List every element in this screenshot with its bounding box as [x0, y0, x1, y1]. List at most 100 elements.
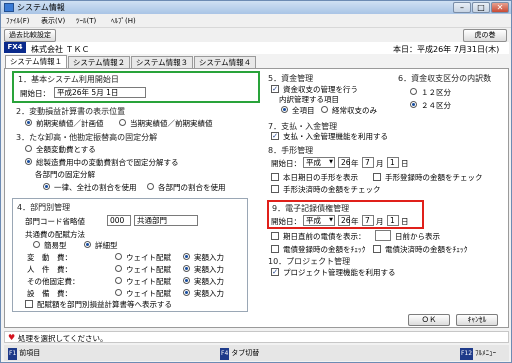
tab-system-info-3[interactable]: システム情報３ — [131, 56, 193, 68]
f4-key[interactable]: F4 タブ切替 — [220, 347, 259, 360]
f12-key[interactable]: F12 ﾌﾙﾒﾆｭｰ — [460, 347, 496, 360]
section-8-title: 8．手形管理 — [268, 146, 314, 155]
f12-badge: F12 — [460, 348, 474, 360]
ratio-split-label: 総製造費用中の変動費割合で固定分解する — [36, 158, 179, 167]
section-5-title: 5．資金管理 — [268, 74, 314, 83]
eclaim-settle-check-checkbox[interactable] — [373, 245, 381, 253]
recurring-only-radio[interactable] — [321, 106, 328, 113]
heart-icon: ♥ — [8, 333, 16, 342]
actual-input-radio[interactable] — [183, 253, 190, 260]
simple-type-radio[interactable] — [33, 241, 40, 248]
show-alloc-label: 配賦額を部門別損益計算書等へ表示する — [37, 300, 172, 309]
weight-alloc-radio[interactable] — [115, 265, 122, 272]
payment-management-checkbox[interactable]: ✓ — [271, 132, 279, 140]
section-9-title: 9．電子記録債権管理 — [272, 204, 350, 213]
eclaim-year-input[interactable]: 26 — [338, 215, 351, 226]
weight-alloc-label: ウェイト配賦 — [126, 265, 171, 274]
actual-input-radio[interactable] — [183, 277, 190, 284]
ok-button[interactable]: ＯＫ — [408, 314, 450, 326]
actual-input-radio[interactable] — [183, 265, 190, 272]
eclaim-era-select[interactable]: 平成 — [303, 215, 335, 226]
menu-view[interactable]: 表示(V) — [41, 16, 65, 26]
cash-management-checkbox[interactable]: ✓ — [271, 85, 279, 93]
minimize-button[interactable]: – — [453, 2, 471, 13]
basic-start-date-input[interactable]: 平成26年 5月 1日 — [54, 87, 146, 98]
twelve-categories-radio[interactable] — [410, 88, 417, 95]
upcoming-eclaim-checkbox[interactable] — [271, 232, 279, 240]
month-unit: 月 — [376, 217, 384, 226]
display-prior-plan-radio[interactable] — [25, 119, 32, 126]
year-unit: 年 — [351, 159, 359, 168]
today-date: 本日：平成26年 7月31日(木) — [393, 45, 500, 54]
menu-help[interactable]: ﾍﾙﾌﾟ(H) — [111, 16, 136, 26]
actual-input-radio[interactable] — [183, 289, 190, 296]
project-management-checkbox[interactable]: ✓ — [271, 268, 279, 276]
section-10-title: 10．プロジェクト管理 — [268, 257, 351, 266]
eclaim-day-input[interactable]: 1 — [387, 215, 399, 226]
dept-code-input[interactable]: 000 — [107, 215, 131, 226]
department-section: 4．部門別管理 部門コード省略値 000 共通部門 共通費の配賦方法 簡易型 詳… — [12, 198, 248, 312]
weight-alloc-radio[interactable] — [115, 277, 122, 284]
bill-register-check-checkbox[interactable] — [373, 173, 381, 181]
dept-name-input[interactable]: 共通部門 — [134, 215, 198, 226]
eclaim-month-input[interactable]: 7 — [362, 215, 374, 226]
company-ratio-radio[interactable] — [43, 183, 50, 190]
tab-system-info-4[interactable]: システム情報４ — [194, 56, 256, 68]
product-badge: FX4 — [4, 42, 26, 53]
show-alloc-checkbox[interactable] — [25, 300, 33, 308]
weight-alloc-label: ウェイト配賦 — [126, 253, 171, 262]
bill-settle-check-checkbox[interactable] — [271, 185, 279, 193]
section-6-title: 6．資金収支区分の内訳数 — [398, 74, 492, 83]
twentyfour-categories-radio[interactable] — [410, 101, 417, 108]
app-icon — [4, 3, 14, 12]
dept-split-label: 各部門の固定分解 — [35, 170, 95, 179]
weight-alloc-radio[interactable] — [115, 253, 122, 260]
due-today-checkbox[interactable] — [271, 173, 279, 181]
detail-type-radio[interactable] — [84, 241, 91, 248]
eclaim-register-check-checkbox[interactable] — [271, 245, 279, 253]
title-bar: システム情報 – □ ✕ — [1, 1, 511, 14]
section-1-title: 1．基本システム利用開始日 — [18, 75, 119, 84]
detail-type-label: 詳細型 — [95, 241, 118, 250]
all-variable-label: 全額変動費とする — [36, 145, 96, 154]
bill-day-input[interactable]: 1 — [387, 157, 399, 168]
days-before-input[interactable] — [375, 230, 391, 241]
basic-system-section: 1．基本システム利用開始日 開始日： 平成26年 5月 1日 — [12, 71, 260, 103]
section-4-title: 4．部門別管理 — [17, 203, 71, 212]
bill-year-input[interactable]: 26 — [338, 157, 351, 168]
menu-tools[interactable]: ﾂｰﾙ(T) — [76, 16, 96, 26]
day-unit: 日 — [401, 159, 409, 168]
all-items-radio[interactable] — [281, 106, 288, 113]
bill-era-select[interactable]: 平成 — [303, 157, 335, 168]
settings-panel: 1．基本システム利用開始日 開始日： 平成26年 5月 1日 2．変動損益計算書… — [4, 68, 509, 328]
cancel-button[interactable]: ｷｬﾝｾﾙ — [456, 314, 498, 326]
section-3-title: 3．たな卸高・他勘定振替高の固定分解 — [16, 133, 158, 142]
f1-key[interactable]: F1 前項目 — [8, 347, 40, 360]
actual-input-label: 実額入力 — [194, 289, 224, 298]
ratio-split-radio[interactable] — [25, 158, 32, 165]
breakdown-items-label: 内訳管理する項目 — [279, 95, 339, 104]
dept-ratio-radio[interactable] — [147, 183, 154, 190]
all-variable-radio[interactable] — [25, 145, 32, 152]
manual-button[interactable]: 虎の巻 — [463, 29, 507, 42]
alloc-row-label: その他固定費： — [27, 277, 80, 286]
twelve-categories-label: １２区分 — [421, 88, 451, 97]
tab-system-info-1[interactable]: システム情報１ — [5, 55, 67, 69]
menu-bar: ﾌｧｲﾙ(F) 表示(V) ﾂｰﾙ(T) ﾍﾙﾌﾟ(H) — [1, 14, 511, 28]
close-button[interactable]: ✕ — [491, 2, 509, 13]
bill-month-input[interactable]: 7 — [362, 157, 374, 168]
past-settings-button[interactable]: 過去比較設定 — [4, 29, 56, 42]
tab-system-info-2[interactable]: システム情報２ — [68, 56, 130, 68]
display-current-prior-radio[interactable] — [119, 119, 126, 126]
company-name: 株式会社 ＴＫＣ — [31, 45, 90, 54]
recurring-only-label: 経常収支のみ — [332, 106, 377, 115]
dept-ratio-label: 各部門の割合を使用 — [158, 183, 226, 192]
company-ratio-label: 一律、全社の割合を使用 — [54, 183, 137, 192]
days-before-label: 日前から表示 — [395, 232, 440, 241]
weight-alloc-radio[interactable] — [115, 289, 122, 296]
alloc-row-label: 変 動 費： — [27, 253, 72, 262]
status-message: 処理を選択してください。 — [18, 334, 108, 343]
menu-file[interactable]: ﾌｧｲﾙ(F) — [6, 16, 30, 26]
f1-badge: F1 — [8, 348, 18, 360]
maximize-button[interactable]: □ — [472, 2, 490, 13]
